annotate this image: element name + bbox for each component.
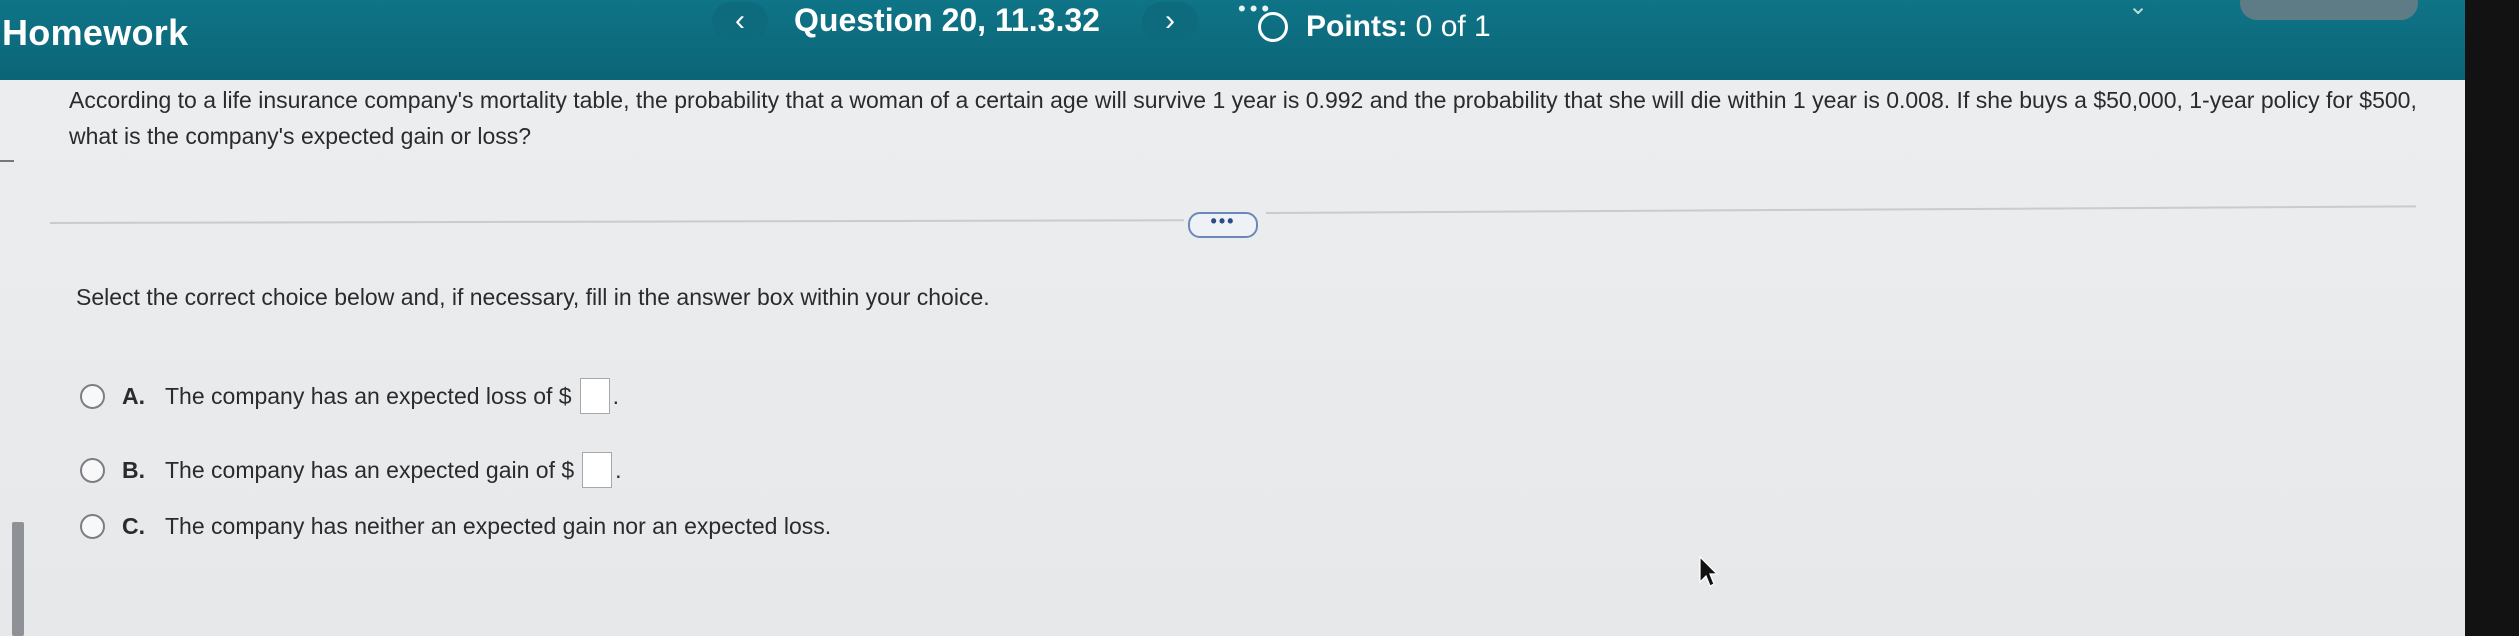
points-indicator: Points: 0 of 1 xyxy=(1258,10,1491,44)
divider-left xyxy=(49,219,1184,224)
next-question-button[interactable]: › xyxy=(1142,2,1198,40)
points-value: 0 of 1 xyxy=(1415,10,1491,43)
expand-more-button[interactable]: ••• xyxy=(1188,212,1258,238)
radio-button-a[interactable] xyxy=(80,383,105,409)
header-bar: Homework ‹ Question 20, 11.3.32 › ••• Po… xyxy=(0,0,2465,80)
radio-button-c[interactable] xyxy=(80,513,105,539)
divider-right xyxy=(1265,205,2416,214)
progress-circle-icon xyxy=(1258,12,1288,42)
homework-screen: Homework ‹ Question 20, 11.3.32 › ••• Po… xyxy=(0,0,2465,636)
radio-button-b[interactable] xyxy=(80,457,105,483)
question-title: Question 20, 11.3.32 xyxy=(794,2,1100,38)
edge-marker xyxy=(0,160,14,162)
choice-a[interactable]: A. The company has an expected loss of $… xyxy=(80,376,619,416)
choice-suffix-b: . xyxy=(615,456,622,483)
save-button[interactable] xyxy=(2240,0,2418,20)
choice-suffix-a: . xyxy=(612,382,619,409)
chevron-right-icon: › xyxy=(1165,4,1175,37)
choice-text-c: The company has neither an expected gain… xyxy=(165,512,832,539)
homework-title: Homework xyxy=(2,12,189,53)
choice-letter-c: C. xyxy=(122,512,145,539)
choice-letter-b: B. xyxy=(122,456,145,483)
previous-question-button[interactable]: ‹ xyxy=(712,2,768,40)
choice-b[interactable]: B. The company has an expected gain of $… xyxy=(80,450,622,490)
mouse-pointer-icon xyxy=(1699,556,1718,587)
answer-input-b[interactable] xyxy=(582,452,613,488)
choice-text-a: The company has an expected loss of $ xyxy=(165,382,572,409)
points-label: Points: xyxy=(1306,10,1408,43)
choice-text-b: The company has an expected gain of $ xyxy=(165,456,575,483)
scrollbar-thumb[interactable] xyxy=(12,522,24,636)
answer-input-a[interactable] xyxy=(579,378,610,414)
chevron-down-icon[interactable]: ⌄ xyxy=(2128,0,2148,21)
choice-c[interactable]: C. The company has neither an expected g… xyxy=(80,506,831,546)
choice-letter-a: A. xyxy=(122,382,145,409)
chevron-left-icon: ‹ xyxy=(735,4,745,37)
instructions-text: Select the correct choice below and, if … xyxy=(76,284,990,310)
question-text: According to a life insurance company's … xyxy=(69,87,2417,149)
screen-bezel xyxy=(2465,0,2519,636)
